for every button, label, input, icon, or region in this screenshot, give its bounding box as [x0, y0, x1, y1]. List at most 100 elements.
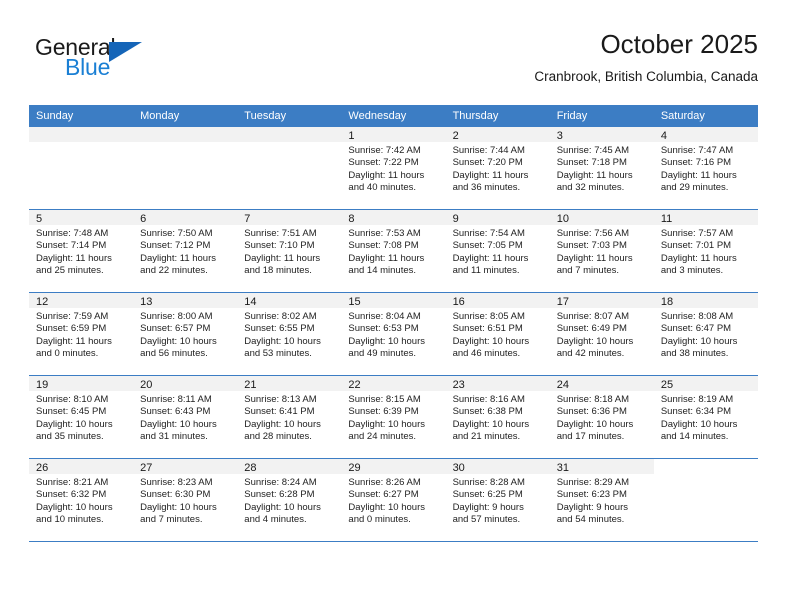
calendar-week-row: 19 Sunrise: 8:10 AM Sunset: 6:45 PM Dayligh… [29, 375, 758, 459]
day-number: 16 [445, 293, 550, 308]
daylight-duration-line2: and 31 minutes. [140, 431, 208, 443]
sunrise-time: Sunrise: 7:48 AM [36, 228, 109, 239]
sunset-time: Sunset: 6:55 PM [244, 323, 315, 335]
sunset-time: Sunset: 7:14 PM [36, 240, 107, 252]
brand-logo[interactable]: General Blue [34, 34, 234, 90]
sunset-time: Sunset: 6:38 PM [452, 406, 523, 418]
sunset-time: Sunset: 7:16 PM [660, 157, 732, 169]
daylight-duration-line1: Daylight: 11 hours [348, 252, 425, 264]
sunrise-time: Sunrise: 8:19 AM [660, 394, 734, 405]
calendar-day-cell[interactable]: 4 Sunrise: 7:47 AM Sunset: 7:16 PM Daylight… [653, 127, 758, 210]
sunrise-time: Sunrise: 8:16 AM [452, 394, 525, 405]
sunset-time: Sunset: 6:23 PM [556, 489, 627, 501]
day-number: 2 [445, 127, 550, 142]
day-details: Sunrise: 8:11 AM Sunset: 6:43 PM Daylight:… [133, 391, 237, 444]
day-number: 15 [341, 293, 446, 308]
sunset-time: Sunset: 6:49 PM [556, 323, 627, 335]
calendar-day-cell[interactable]: 11 Sunrise: 7:57 AM Sunset: 7:01 PM Dayligh… [653, 209, 758, 293]
daylight-duration-line2: and 49 minutes. [348, 348, 417, 360]
sunset-time: Sunset: 7:01 PM [660, 240, 732, 252]
daylight-duration-line2: and 17 minutes. [556, 431, 625, 443]
calendar-day-cell[interactable]: 9 Sunrise: 7:54 AM Sunset: 7:05 PM Daylight… [445, 209, 550, 293]
calendar-day-cell[interactable]: 15 Sunrise: 8:04 AM Sunset: 6:53 PM Dayligh… [341, 292, 446, 376]
sunrise-time: Sunrise: 7:56 AM [556, 228, 630, 239]
calendar-day-cell[interactable]: 6 Sunrise: 7:50 AM Sunset: 7:12 PM Daylight… [133, 209, 238, 293]
day-details: Sunrise: 8:16 AM Sunset: 6:38 PM Daylight:… [446, 391, 550, 444]
calendar-cell-empty [133, 127, 238, 210]
calendar-cell-empty [653, 458, 758, 542]
calendar-day-cell[interactable]: 16 Sunrise: 8:05 AM Sunset: 6:51 PM Dayligh… [445, 292, 550, 376]
day-details: Sunrise: 8:00 AM Sunset: 6:57 PM Daylight:… [133, 308, 237, 361]
daylight-duration-line2: and 0 minutes. [348, 514, 411, 526]
calendar-day-cell[interactable]: 31 Sunrise: 8:29 AM Sunset: 6:23 PM Dayligh… [549, 458, 654, 542]
calendar-day-cell[interactable]: 20 Sunrise: 8:11 AM Sunset: 6:43 PM Dayligh… [133, 375, 238, 459]
calendar-day-cell[interactable]: 23 Sunrise: 8:16 AM Sunset: 6:38 PM Dayligh… [445, 375, 550, 459]
daylight-duration-line2: and 7 minutes. [140, 514, 203, 526]
day-details: Sunrise: 7:45 AM Sunset: 7:18 PM Daylight:… [550, 142, 654, 195]
sunset-time: Sunset: 7:12 PM [140, 240, 211, 252]
day-number: 8 [341, 210, 446, 225]
calendar-day-cell[interactable]: 30 Sunrise: 8:28 AM Sunset: 6:25 PM Dayligh… [445, 458, 550, 542]
daylight-duration-line1: Daylight: 11 hours [348, 169, 425, 181]
day-number: 17 [549, 293, 654, 308]
daylight-duration-line2: and 0 minutes. [36, 348, 99, 360]
daylight-duration-line1: Daylight: 11 hours [36, 335, 112, 347]
calendar-day-cell[interactable]: 28 Sunrise: 8:24 AM Sunset: 6:28 PM Dayligh… [237, 458, 342, 542]
sunrise-time: Sunrise: 8:24 AM [244, 477, 317, 488]
daylight-duration-line1: Daylight: 11 hours [452, 252, 529, 264]
daylight-duration-line1: Daylight: 11 hours [36, 252, 112, 264]
sunrise-time: Sunrise: 8:21 AM [36, 477, 109, 488]
daylight-duration-line2: and 11 minutes. [452, 265, 520, 277]
calendar-day-cell[interactable]: 2 Sunrise: 7:44 AM Sunset: 7:20 PM Daylight… [445, 127, 550, 210]
day-details: Sunrise: 8:08 AM Sunset: 6:47 PM Daylight:… [654, 308, 758, 361]
day-number: 18 [653, 293, 758, 308]
calendar-day-cell[interactable]: 18 Sunrise: 8:08 AM Sunset: 6:47 PM Dayligh… [653, 292, 758, 376]
calendar-day-cell[interactable]: 8 Sunrise: 7:53 AM Sunset: 7:08 PM Daylight… [341, 209, 446, 293]
sunset-time: Sunset: 6:41 PM [244, 406, 315, 418]
daylight-duration-line2: and 22 minutes. [140, 265, 208, 277]
calendar-day-cell[interactable]: 1 Sunrise: 7:42 AM Sunset: 7:22 PM Daylight… [341, 127, 446, 210]
day-number: 25 [653, 376, 758, 391]
title-block: October 2025 Cranbrook, British Columbia… [534, 28, 758, 85]
calendar-day-cell[interactable]: 13 Sunrise: 8:00 AM Sunset: 6:57 PM Dayligh… [133, 292, 238, 376]
sunrise-time: Sunrise: 8:26 AM [348, 477, 421, 488]
calendar-day-cell[interactable]: 12 Sunrise: 7:59 AM Sunset: 6:59 PM Dayligh… [29, 292, 134, 376]
calendar-day-cell[interactable]: 29 Sunrise: 8:26 AM Sunset: 6:27 PM Dayligh… [341, 458, 446, 542]
daylight-duration-line2: and 56 minutes. [140, 348, 208, 360]
day-details: Sunrise: 7:47 AM Sunset: 7:16 PM Daylight:… [654, 142, 758, 195]
calendar-day-cell[interactable]: 22 Sunrise: 8:15 AM Sunset: 6:39 PM Dayligh… [341, 375, 446, 459]
daylight-duration-line1: Daylight: 9 hours [452, 501, 524, 513]
calendar-body: 1 Sunrise: 7:42 AM Sunset: 7:22 PM Daylight… [29, 127, 758, 542]
daylight-duration-line1: Daylight: 10 hours [660, 418, 738, 430]
calendar-day-cell[interactable]: 24 Sunrise: 8:18 AM Sunset: 6:36 PM Dayligh… [549, 375, 654, 459]
daylight-duration-line2: and 14 minutes. [348, 265, 417, 277]
calendar-week-row: 12 Sunrise: 7:59 AM Sunset: 6:59 PM Dayligh… [29, 292, 758, 376]
calendar-day-cell[interactable]: 3 Sunrise: 7:45 AM Sunset: 7:18 PM Daylight… [549, 127, 654, 210]
daylight-duration-line2: and 54 minutes. [556, 514, 625, 526]
weekday-header-wednesday: Wednesday [341, 105, 446, 127]
calendar-day-cell[interactable]: 14 Sunrise: 8:02 AM Sunset: 6:55 PM Dayligh… [237, 292, 342, 376]
sunrise-time: Sunrise: 8:05 AM [452, 311, 525, 322]
day-details: Sunrise: 7:44 AM Sunset: 7:20 PM Daylight:… [446, 142, 550, 195]
calendar-day-cell[interactable]: 17 Sunrise: 8:07 AM Sunset: 6:49 PM Dayligh… [549, 292, 654, 376]
page-title: October 2025 [600, 29, 758, 59]
day-number: 5 [29, 210, 134, 225]
calendar-day-cell[interactable]: 7 Sunrise: 7:51 AM Sunset: 7:10 PM Daylight… [237, 209, 342, 293]
calendar-day-cell[interactable]: 10 Sunrise: 7:56 AM Sunset: 7:03 PM Dayligh… [549, 209, 654, 293]
weekday-header-thursday: Thursday [445, 105, 550, 127]
day-details: Sunrise: 8:10 AM Sunset: 6:45 PM Daylight:… [29, 391, 133, 444]
sunset-time: Sunset: 7:05 PM [452, 240, 523, 252]
day-number: 9 [445, 210, 550, 225]
calendar-day-cell[interactable]: 5 Sunrise: 7:48 AM Sunset: 7:14 PM Daylight… [29, 209, 134, 293]
calendar-day-cell[interactable]: 21 Sunrise: 8:13 AM Sunset: 6:41 PM Dayligh… [237, 375, 342, 459]
day-number: 20 [133, 376, 238, 391]
calendar-week-row: 1 Sunrise: 7:42 AM Sunset: 7:22 PM Daylight… [29, 127, 758, 210]
sunrise-time: Sunrise: 8:00 AM [140, 311, 213, 322]
calendar-day-cell[interactable]: 27 Sunrise: 8:23 AM Sunset: 6:30 PM Dayligh… [133, 458, 238, 542]
sunset-time: Sunset: 7:10 PM [244, 240, 315, 252]
calendar-header-row: Sunday Monday Tuesday Wednesday Thursday… [29, 105, 758, 127]
calendar-day-cell[interactable]: 19 Sunrise: 8:10 AM Sunset: 6:45 PM Dayligh… [29, 375, 134, 459]
calendar-day-cell[interactable]: 26 Sunrise: 8:21 AM Sunset: 6:32 PM Dayligh… [29, 458, 134, 542]
sunrise-time: Sunrise: 7:50 AM [140, 228, 213, 239]
calendar-day-cell[interactable]: 25 Sunrise: 8:19 AM Sunset: 6:34 PM Dayligh… [653, 375, 758, 459]
